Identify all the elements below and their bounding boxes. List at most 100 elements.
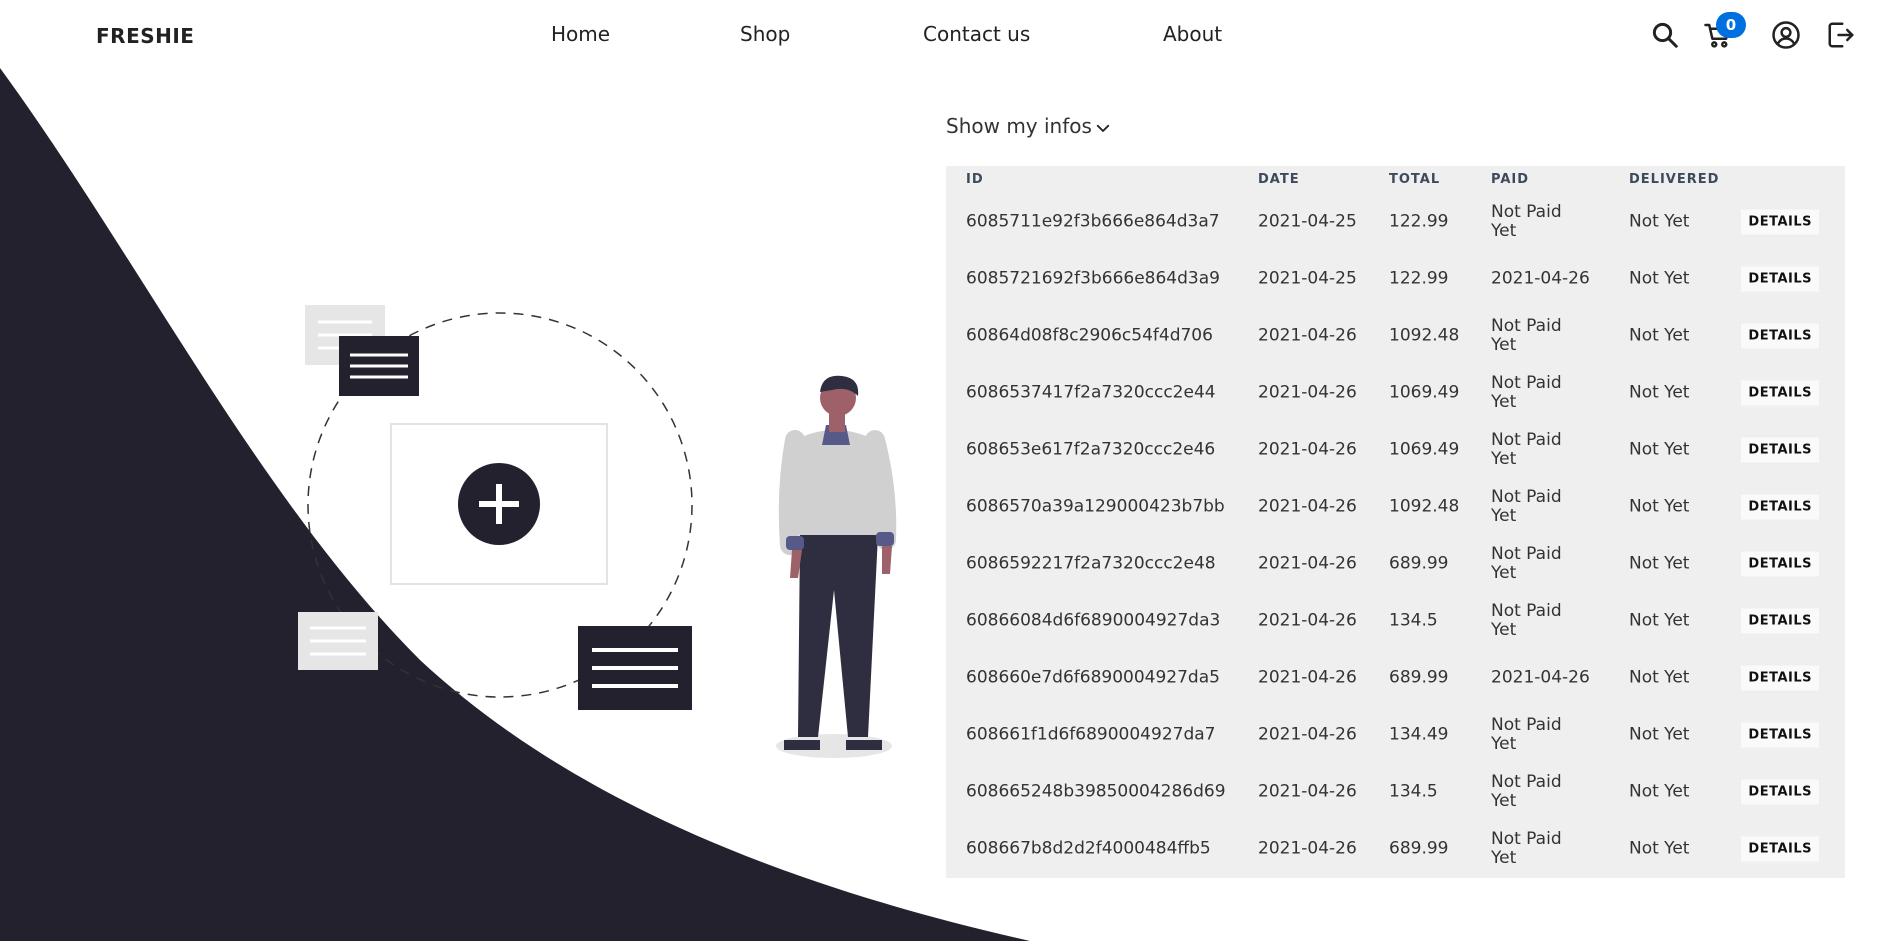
order-id: 6086537417f2a7320ccc2e44 <box>966 382 1216 402</box>
order-date: 2021-04-26 <box>1258 439 1357 459</box>
order-id: 608667b8d2d2f4000484ffb5 <box>966 838 1211 858</box>
nav-home[interactable]: Home <box>551 22 610 46</box>
order-id: 6086592217f2a7320ccc2e48 <box>966 553 1216 573</box>
order-paid: 2021-04-26 <box>1491 667 1590 687</box>
order-delivered: Not Yet <box>1629 553 1690 573</box>
order-paid: Not Paid Yet <box>1491 315 1562 355</box>
order-total: 134.49 <box>1389 724 1449 744</box>
order-paid: Not Paid Yet <box>1491 828 1562 868</box>
order-paid: Not Paid Yet <box>1491 771 1562 811</box>
details-button[interactable]: DETAILS <box>1741 209 1819 234</box>
order-date: 2021-04-25 <box>1258 268 1357 288</box>
order-paid: 2021-04-26 <box>1491 268 1590 288</box>
table-row: 608661f1d6f6890004927da7 2021-04-26 134.49… <box>946 706 1845 763</box>
order-id: 608660e7d6f6890004927da5 <box>966 667 1220 687</box>
order-total: 122.99 <box>1389 268 1449 288</box>
show-infos-label: Show my infos <box>946 114 1092 138</box>
order-date: 2021-04-26 <box>1258 610 1357 630</box>
table-row: 6085721692f3b666e864d3a9 2021-04-25 122.99… <box>946 250 1845 307</box>
table-row: 608665248b39850004286d69 2021-04-26 134.5 N… <box>946 763 1845 820</box>
order-total: 1092.48 <box>1389 325 1460 345</box>
order-id: 608653e617f2a7320ccc2e46 <box>966 439 1216 459</box>
order-total: 689.99 <box>1389 838 1449 858</box>
order-delivered: Not Yet <box>1629 439 1690 459</box>
order-id: 6086570a39a129000423b7bb <box>966 496 1225 516</box>
order-delivered: Not Yet <box>1629 268 1690 288</box>
order-date: 2021-04-26 <box>1258 496 1357 516</box>
order-paid: Not Paid Yet <box>1491 486 1562 526</box>
table-row: 6085711e92f3b666e864d3a7 2021-04-25 122.99… <box>946 193 1845 250</box>
order-total: 689.99 <box>1389 553 1449 573</box>
order-total: 134.5 <box>1389 781 1438 801</box>
details-button[interactable]: DETAILS <box>1741 266 1819 291</box>
order-delivered: Not Yet <box>1629 667 1690 687</box>
order-paid: Not Paid Yet <box>1491 600 1562 640</box>
table-row: 6086592217f2a7320ccc2e48 2021-04-26 689.99… <box>946 535 1845 592</box>
show-infos-toggle[interactable]: Show my infos <box>946 114 1112 138</box>
order-id: 60866084d6f6890004927da3 <box>966 610 1221 630</box>
order-delivered: Not Yet <box>1629 496 1690 516</box>
nav-contact[interactable]: Contact us <box>923 22 1030 46</box>
order-paid: Not Paid Yet <box>1491 714 1562 754</box>
details-button[interactable]: DETAILS <box>1741 323 1819 348</box>
order-total: 1092.48 <box>1389 496 1460 516</box>
order-delivered: Not Yet <box>1629 838 1690 858</box>
order-date: 2021-04-26 <box>1258 781 1357 801</box>
details-button[interactable]: DETAILS <box>1741 380 1819 405</box>
order-total: 122.99 <box>1389 211 1449 231</box>
table-row: 6086570a39a129000423b7bb 2021-04-26 1092.4… <box>946 478 1845 535</box>
order-delivered: Not Yet <box>1629 781 1690 801</box>
details-button[interactable]: DETAILS <box>1741 836 1819 861</box>
order-paid: Not Paid Yet <box>1491 543 1562 583</box>
order-paid: Not Paid Yet <box>1491 201 1562 241</box>
details-button[interactable]: DETAILS <box>1741 665 1819 690</box>
details-button[interactable]: DETAILS <box>1741 779 1819 804</box>
table-row: 6086537417f2a7320ccc2e44 2021-04-26 1069.4… <box>946 364 1845 421</box>
column-header-id: ID <box>966 172 984 187</box>
table-row: 60864d08f8c2906c54f4d706 2021-04-26 1092.4… <box>946 307 1845 364</box>
table-row: 608667b8d2d2f4000484ffb5 2021-04-26 689.99… <box>946 820 1845 877</box>
details-button[interactable]: DETAILS <box>1741 722 1819 747</box>
order-total: 689.99 <box>1389 667 1449 687</box>
order-total: 134.5 <box>1389 610 1438 630</box>
orders-table: ID DATE TOTAL PAID DELIVERED 6085711e92f… <box>946 166 1845 878</box>
order-date: 2021-04-26 <box>1258 838 1357 858</box>
cart-count-badge: 0 <box>1716 12 1746 38</box>
order-date: 2021-04-26 <box>1258 724 1357 744</box>
order-id: 608661f1d6f6890004927da7 <box>966 724 1216 744</box>
table-row: 60866084d6f6890004927da3 2021-04-26 134.5 N… <box>946 592 1845 649</box>
order-date: 2021-04-26 <box>1258 553 1357 573</box>
table-row: 608660e7d6f6890004927da5 2021-04-26 689.99… <box>946 649 1845 706</box>
empty-orders-illustration <box>298 305 897 758</box>
account-icon[interactable] <box>1771 20 1801 50</box>
column-header-delivered: DELIVERED <box>1629 172 1720 187</box>
nav-about[interactable]: About <box>1163 22 1222 46</box>
details-button[interactable]: DETAILS <box>1741 551 1819 576</box>
order-delivered: Not Yet <box>1629 610 1690 630</box>
order-delivered: Not Yet <box>1629 724 1690 744</box>
order-delivered: Not Yet <box>1629 325 1690 345</box>
logout-icon[interactable] <box>1826 20 1856 50</box>
order-total: 1069.49 <box>1389 439 1460 459</box>
search-icon[interactable] <box>1650 20 1680 50</box>
chevron-down-icon <box>1096 124 1110 132</box>
order-date: 2021-04-26 <box>1258 382 1357 402</box>
brand-logo[interactable]: FRESHIE <box>96 24 194 48</box>
column-header-total: TOTAL <box>1389 172 1441 187</box>
order-date: 2021-04-26 <box>1258 325 1357 345</box>
order-total: 1069.49 <box>1389 382 1460 402</box>
order-delivered: Not Yet <box>1629 211 1690 231</box>
column-header-paid: PAID <box>1491 172 1530 187</box>
details-button[interactable]: DETAILS <box>1741 437 1819 462</box>
order-paid: Not Paid Yet <box>1491 372 1562 412</box>
order-date: 2021-04-25 <box>1258 211 1357 231</box>
order-date: 2021-04-26 <box>1258 667 1357 687</box>
order-id: 6085711e92f3b666e864d3a7 <box>966 211 1220 231</box>
table-row: 608653e617f2a7320ccc2e46 2021-04-26 1069.4… <box>946 421 1845 478</box>
details-button[interactable]: DETAILS <box>1741 608 1819 633</box>
order-id: 608665248b39850004286d69 <box>966 781 1226 801</box>
order-id: 6085721692f3b666e864d3a9 <box>966 268 1220 288</box>
nav-shop[interactable]: Shop <box>740 22 790 46</box>
details-button[interactable]: DETAILS <box>1741 494 1819 519</box>
order-paid: Not Paid Yet <box>1491 429 1562 469</box>
